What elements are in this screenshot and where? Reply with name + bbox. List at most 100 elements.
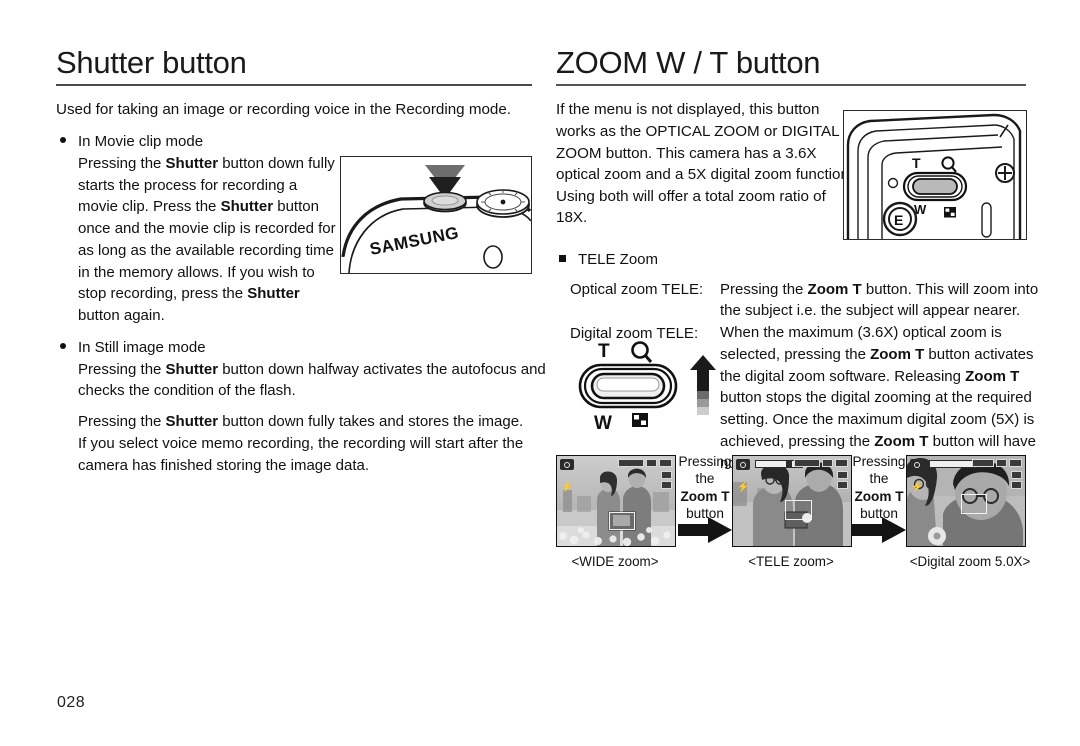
transition-1-line-2: the — [695, 471, 715, 487]
battery-icon — [1009, 459, 1022, 467]
still-image-mode-title: In Still image mode — [78, 338, 206, 356]
bullet-dot-icon — [60, 137, 66, 144]
tele-zoom-block: TELE Zoom — [556, 249, 1026, 271]
osd-status-icons-side — [1011, 471, 1022, 489]
arrow-right-icon — [852, 517, 906, 543]
page-number: 028 — [57, 694, 86, 711]
movie-clip-mode-body: Pressing the Shutter button down fully s… — [78, 153, 336, 327]
af-frame — [609, 512, 635, 530]
image-size-icon — [661, 471, 672, 479]
battery-icon — [659, 459, 672, 467]
tele-zoom-screenshot: ⚡ — [732, 455, 852, 547]
digital-zoom-description: When the maximum (3.6X) optical zoom is … — [720, 322, 1040, 474]
movie-text-4: button again. — [78, 307, 165, 325]
record-mode-icon — [560, 459, 574, 470]
digital-desc-bold-2: Zoom T — [965, 367, 1020, 385]
still-bold-1: Shutter — [165, 360, 219, 378]
movie-bold-3: Shutter — [247, 285, 300, 303]
svg-text:E: E — [894, 212, 903, 228]
zoom-sequence-figure: ⚡ Pressing the Zoom T button ⚡ Pressing … — [556, 453, 1030, 575]
af-frame — [961, 494, 987, 514]
still-image-paragraph-2: Pressing the Shutter button down fully t… — [78, 411, 548, 433]
optical-desc-bold: Zoom T — [807, 280, 862, 298]
resolution-icon — [822, 459, 833, 467]
flash-mode-icon: ⚡ — [737, 482, 750, 493]
af-frame — [785, 500, 812, 520]
wide-zoom-screenshot: ⚡ — [556, 455, 676, 547]
image-size-icon — [837, 471, 848, 479]
zoom-bar-indicator — [929, 460, 978, 468]
transition-2-line-3: Zoom T — [854, 488, 904, 504]
transition-label-1: Pressing the Zoom T button — [676, 453, 734, 523]
transition-1-line-3: Zoom T — [680, 488, 730, 504]
svg-text:W: W — [594, 413, 612, 434]
still-bold-2: Shutter — [165, 413, 219, 431]
record-mode-icon — [736, 459, 750, 470]
svg-text:T: T — [598, 341, 610, 362]
tele-zoom-title: TELE Zoom — [578, 250, 659, 268]
movie-bold-2: Shutter — [220, 198, 274, 216]
osd-status-icons-top — [972, 459, 1022, 467]
flash-mode-icon: ⚡ — [911, 482, 924, 493]
movie-clip-mode-block: In Movie clip mode Pressing the Shutter … — [56, 131, 336, 327]
svg-text:T: T — [912, 155, 921, 171]
still-text-2a: Pressing the — [78, 413, 166, 431]
iso-indicator-icon — [794, 459, 820, 467]
title-underline-right — [556, 84, 1026, 87]
bullet-square-icon — [559, 254, 566, 262]
digital-zoom-screenshot: ⚡ 5.0 — [906, 455, 1026, 547]
movie-text-1: Pressing the — [78, 154, 166, 172]
page-title-shutter: Shutter button — [56, 45, 247, 80]
tele-zoom-definitions: Optical zoom TELE: Digital zoom TELE: T … — [570, 279, 1038, 472]
image-quality-icon — [1011, 481, 1022, 489]
osd-status-icons-side — [661, 471, 672, 489]
manual-page: Shutter button Used for taking an image … — [0, 0, 1080, 746]
movie-bold-1: Shutter — [165, 154, 219, 172]
shutter-button-camera-illustration: SAMSUNG — [340, 156, 532, 274]
digital-desc-bold-3: Zoom T — [874, 432, 929, 450]
wide-zoom-photo — [557, 456, 675, 546]
transition-1-line-1: Pressing — [678, 454, 732, 469]
camera-back-drawing: T W E — [844, 111, 1026, 239]
movie-clip-mode-title: In Movie clip mode — [78, 133, 204, 151]
digital-desc-bold-1: Zoom T — [870, 345, 925, 363]
tele-zoom-descriptions: Pressing the Zoom T button. This will zo… — [720, 279, 1040, 475]
osd-status-icons-side — [837, 471, 848, 489]
still-text-2b: button down fully takes and stores the i… — [218, 413, 524, 431]
caption-digital-zoom: <Digital zoom 5.0X> — [909, 554, 1031, 569]
image-size-icon — [1011, 471, 1022, 479]
zoom-lever-illustration: T W — [574, 339, 724, 435]
zoom-button-camera-illustration: T W E — [843, 110, 1027, 240]
resolution-icon — [996, 459, 1007, 467]
resolution-icon — [646, 459, 657, 467]
osd-status-icons-top — [794, 459, 848, 467]
shutter-lead-text: Used for taking an image or recording vo… — [56, 101, 512, 119]
image-quality-icon — [661, 481, 672, 489]
osd-status-icons-top — [618, 459, 672, 467]
transition-2-line-2: the — [869, 471, 889, 487]
transition-label-2: Pressing the Zoom T button — [850, 453, 908, 523]
caption-wide-zoom: <WIDE zoom> — [571, 554, 659, 569]
still-text-1a: Pressing the — [78, 360, 166, 378]
iso-indicator-icon — [618, 459, 644, 467]
iso-indicator-icon — [972, 459, 994, 467]
caption-tele-zoom: <TELE zoom> — [748, 554, 834, 569]
zoom-lever-drawing: T W — [578, 341, 716, 434]
still-image-paragraph-3: If you select voice memo recording, the … — [78, 434, 524, 474]
optical-zoom-label: Optical zoom TELE: — [570, 280, 704, 298]
record-mode-icon — [910, 459, 924, 470]
arrow-right-icon — [678, 517, 732, 543]
bullet-dot-icon — [60, 342, 66, 349]
battery-icon — [835, 459, 848, 467]
camera-top-drawing: SAMSUNG — [341, 157, 531, 273]
title-underline-left — [56, 84, 532, 87]
still-image-paragraph-1: Pressing the Shutter button down halfway… — [78, 359, 548, 403]
zoom-intro-text: If the menu is not displayed, this butto… — [556, 101, 854, 227]
image-quality-icon — [837, 481, 848, 489]
optical-desc-1: Pressing the — [720, 280, 808, 298]
optical-zoom-description: Pressing the Zoom T button. This will zo… — [720, 279, 1040, 323]
page-title-zoom: ZOOM W / T button — [556, 45, 821, 80]
flash-mode-icon: ⚡ — [561, 482, 574, 493]
transition-2-line-1: Pressing — [852, 454, 906, 469]
still-image-mode-block: In Still image mode Pressing the Shutter… — [56, 337, 548, 477]
